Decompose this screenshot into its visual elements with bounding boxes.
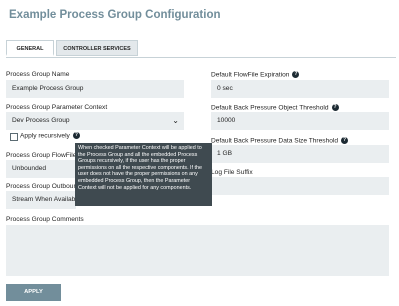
apply-recursively-tooltip: When checked Parameter Context will be a… <box>75 143 212 206</box>
question-circle-icon[interactable]: ? <box>292 71 300 78</box>
comments-textarea[interactable] <box>6 225 389 276</box>
page-title: Example Process Group Configuration <box>9 9 221 21</box>
apply-recursively-label: Apply recursively? <box>20 132 80 139</box>
bp-size-threshold-text: Default Back Pressure Data Size Threshol… <box>211 137 339 145</box>
bp-size-threshold-input[interactable]: 1 GB <box>211 145 389 163</box>
process-group-name-input[interactable]: Example Process Group <box>6 80 184 98</box>
flowfile-expiration-input[interactable]: 0 sec <box>211 80 389 98</box>
log-file-suffix-input[interactable] <box>211 177 389 195</box>
flowfile-expiration-text: Default FlowFile Expiration <box>211 71 290 79</box>
outbound-policy-label: Process Group Outbound <box>6 183 81 190</box>
flowfile-concurrency-select[interactable]: Unbounded <box>6 160 76 178</box>
bp-object-threshold-input[interactable]: 10000 <box>211 112 389 130</box>
chevron-down-icon: ⌄ <box>172 116 179 125</box>
log-file-suffix-label: Log File Suffix <box>211 169 253 176</box>
outbound-policy-select[interactable]: Stream When Availab <box>6 191 76 209</box>
question-circle-icon[interactable]: ? <box>341 137 349 144</box>
apply-recursively-text: Apply recursively <box>20 132 70 140</box>
parameter-context-select[interactable]: Dev Process Group ⌄ <box>6 112 184 130</box>
bp-size-threshold-label: Default Back Pressure Data Size Threshol… <box>211 137 349 145</box>
tab-general[interactable]: GENERAL <box>6 40 54 56</box>
parameter-context-value: Dev Process Group <box>12 117 70 124</box>
comments-label: Process Group Comments <box>6 216 84 223</box>
tab-controller-services[interactable]: CONTROLLER SERVICES <box>56 40 138 56</box>
question-circle-icon[interactable]: ? <box>331 104 339 111</box>
flowfile-expiration-label: Default FlowFile Expiration? <box>211 71 300 79</box>
bp-object-threshold-label: Default Back Pressure Object Threshold? <box>211 104 339 111</box>
apply-button[interactable]: APPLY <box>6 284 61 301</box>
apply-recursively-checkbox[interactable] <box>10 133 18 141</box>
flowfile-concurrency-label: Process Group FlowFile <box>6 152 77 159</box>
tab-bar: GENERAL CONTROLLER SERVICES <box>6 40 396 58</box>
parameter-context-label: Process Group Parameter Context <box>6 104 108 111</box>
process-group-name-label: Process Group Name <box>6 71 70 78</box>
bp-object-threshold-text: Default Back Pressure Object Threshold <box>211 104 329 112</box>
question-circle-icon[interactable]: ? <box>72 132 80 139</box>
